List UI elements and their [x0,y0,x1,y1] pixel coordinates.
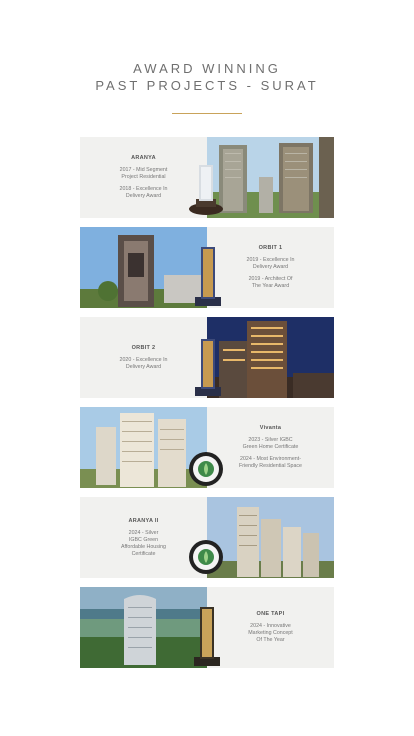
project-photo [207,497,334,578]
project-photo [80,227,207,308]
project-info: ONE TAPI 2024 - Innovative Marketing Con… [207,587,334,668]
project-info: Vivanta 2023 - Silver IGBC Green Home Ce… [207,407,334,488]
project-card-vivanta: Vivanta 2023 - Silver IGBC Green Home Ce… [80,407,334,488]
project-card-aranya: ARANYA 2017 - Mid Segment Project Reside… [80,137,334,218]
project-card-one-tapi: ONE TAPI 2024 - Innovative Marketing Con… [80,587,334,668]
award-text: 2023 - Silver IGBC Green Home Certificat… [242,437,299,450]
award-text: 2024 - Innovative Marketing Concept Of T… [248,623,293,643]
award-text: 2017 - Mid Segment Project Residential [119,167,168,180]
award-text: 2024 - Silver IGBC Green Affordable Hous… [121,529,166,557]
award-text: 2019 - Excellence In Delivery Award [246,257,295,270]
title-line-1: AWARD WINNING [133,61,281,76]
project-photo [207,137,334,218]
project-photo [207,317,334,398]
project-info: ORBIT 2 2020 - Excellence In Delivery Aw… [80,317,207,398]
page-title: AWARD WINNING PAST PROJECTS - SURAT [0,60,414,94]
title-line-2: PAST PROJECTS - SURAT [95,78,319,93]
award-text: 2024 - Most Environment- Friendly Reside… [238,456,302,469]
project-name: Vivanta [259,425,282,431]
project-card-aranya-ii: ARANYA II 2024 - Silver IGBC Green Affor… [80,497,334,578]
project-name: ARANYA II [128,517,159,524]
project-name: ARANYA [131,155,156,161]
award-text: 2019 - Architect Of The Year Award [248,276,293,289]
project-name: ONE TAPI [256,611,285,617]
project-card-orbit-2: ORBIT 2 2020 - Excellence In Delivery Aw… [80,317,334,398]
project-photo [80,587,207,668]
project-name: ORBIT 1 [258,245,283,251]
trophy-icon [195,339,221,396]
trophy-icon [189,165,223,215]
igbc-seal-icon [189,540,223,574]
award-text: 2018 - Excellence In Delivery Award [119,186,168,199]
title-divider [172,113,242,114]
project-info: ORBIT 1 2019 - Excellence In Delivery Aw… [207,227,334,308]
project-card-orbit-1: ORBIT 1 2019 - Excellence In Delivery Aw… [80,227,334,308]
project-name: ORBIT 2 [131,344,156,351]
award-text: 2020 - Excellence In Delivery Award [119,356,168,370]
